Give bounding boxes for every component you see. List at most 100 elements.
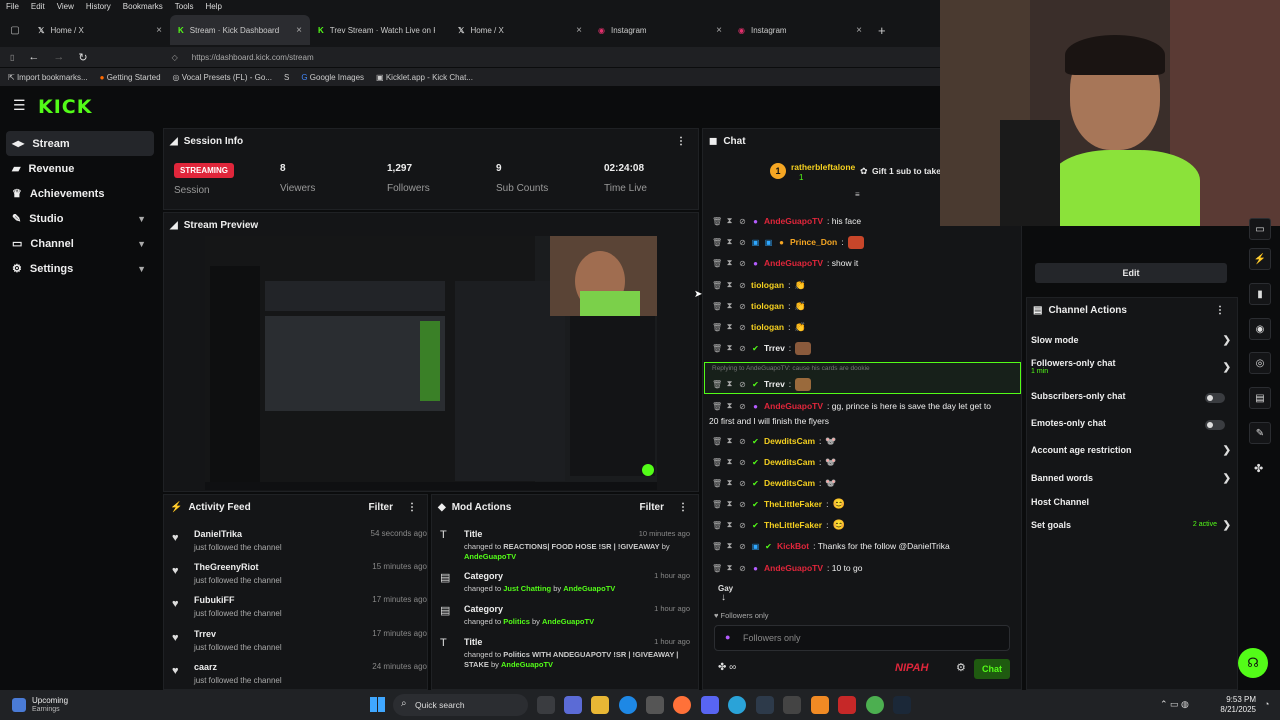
close-tab-icon[interactable]: × bbox=[856, 25, 862, 36]
windows-start-icon[interactable] bbox=[370, 697, 385, 712]
menu-view[interactable]: View bbox=[57, 0, 74, 13]
chat-message[interactable]: 🗑 ⧗ ⊘ ✔ TheLittleFaker: 😊 bbox=[712, 495, 1012, 513]
subscribers-only-toggle[interactable] bbox=[1205, 393, 1225, 403]
app-icon[interactable] bbox=[838, 696, 856, 714]
chat-message[interactable]: 🗑 ⧗ ⊘ ✔ DewditsCam: 🐭 bbox=[712, 453, 1012, 471]
nipah-brand[interactable]: NIPAH bbox=[895, 662, 928, 674]
chat-message[interactable]: 🗑 ⧗ ⊘ tiologan: 👏 bbox=[712, 297, 1012, 315]
reload-icon[interactable]: ↻ bbox=[78, 51, 87, 64]
browser-tab[interactable]: ◉ Instagram × bbox=[590, 15, 730, 45]
wrench-icon[interactable]: ✎ bbox=[1249, 422, 1271, 444]
discord-icon[interactable] bbox=[701, 696, 719, 714]
file-explorer-icon[interactable] bbox=[591, 696, 609, 714]
menu-edit[interactable]: Edit bbox=[31, 0, 45, 13]
bookmark-item[interactable]: S bbox=[284, 73, 289, 82]
close-tab-icon[interactable]: × bbox=[156, 25, 162, 36]
edit-button[interactable]: Edit bbox=[1035, 263, 1227, 283]
chat-message[interactable]: 🗑 ⧗ ⊘ ✔ DewditsCam: 🐭 bbox=[712, 474, 1012, 492]
filter-button[interactable]: Filter bbox=[640, 502, 664, 513]
edge-icon[interactable] bbox=[619, 696, 637, 714]
app-icon[interactable] bbox=[783, 696, 801, 714]
chat-message[interactable]: 🗑 ⧗ ⊘ ✔ TheLittleFaker: 😊 bbox=[712, 516, 1012, 534]
url-field[interactable]: https://dashboard.kick.com/stream bbox=[192, 53, 314, 62]
chat-input[interactable]: ● Followers only bbox=[714, 625, 1010, 651]
action-followers-only[interactable]: Followers-only chat 1 min ❯ bbox=[1031, 358, 1231, 380]
menu-bookmarks[interactable]: Bookmarks bbox=[123, 0, 163, 13]
bookmark-item[interactable]: ⇱ Import bookmarks... bbox=[8, 73, 88, 82]
more-options-icon[interactable]: ⋮ bbox=[676, 136, 686, 147]
chat-message[interactable]: 🗑 ⧗ ⊘ ● AndeGuapoTV: show it bbox=[712, 254, 1012, 272]
bookmark-item[interactable]: ● Getting Started bbox=[100, 73, 161, 82]
bookmark-item[interactable]: G Google Images bbox=[301, 73, 364, 82]
menu-help[interactable]: Help bbox=[205, 0, 221, 13]
lightning-icon[interactable]: ⚡ bbox=[1249, 248, 1271, 270]
menu-history[interactable]: History bbox=[86, 0, 111, 13]
shield-icon[interactable]: ◇ bbox=[172, 53, 178, 62]
close-tab-icon[interactable]: × bbox=[576, 25, 582, 36]
back-icon[interactable]: ← bbox=[28, 51, 39, 63]
chat-message[interactable]: 🗑 ⧗ ⊘ ● AndeGuapoTV: 10 to go bbox=[712, 559, 1012, 577]
document-icon[interactable]: ▤ bbox=[1249, 387, 1271, 409]
chat-message[interactable]: 🗑 ⧗ ⊘ ▣ ▣ ● Prince_Don: bbox=[712, 233, 1012, 251]
sidebar-item-settings[interactable]: ⚙ Settings ▼ bbox=[0, 256, 160, 281]
collapse-pinned-icon[interactable]: ≡ bbox=[855, 190, 860, 199]
more-options-icon[interactable]: ⋮ bbox=[407, 502, 417, 513]
action-banned-words[interactable]: Banned words ❯ bbox=[1031, 473, 1231, 495]
more-options-icon[interactable]: ⋮ bbox=[1215, 305, 1225, 316]
sidebar-item-studio[interactable]: ✎ Studio ▼ bbox=[0, 206, 160, 231]
emotes-only-toggle[interactable] bbox=[1205, 420, 1225, 430]
chrome-icon[interactable] bbox=[866, 696, 884, 714]
chat-message[interactable]: 🗑 ⧗ ⊘ ✔ DewditsCam: 🐭 bbox=[712, 432, 1012, 450]
forward-icon[interactable]: → bbox=[53, 51, 64, 63]
browser-tab-active[interactable]: K Stream · Kick Dashboard × bbox=[170, 15, 310, 45]
hamburger-menu-icon[interactable]: ☰ bbox=[13, 97, 26, 114]
stream-preview-video[interactable] bbox=[205, 236, 657, 490]
app-icon[interactable] bbox=[756, 696, 774, 714]
pinned-gift-bar[interactable]: 1 ratherbleftalone 1 ✿ Gift 1 sub to tak… bbox=[770, 160, 941, 186]
sidebar-item-achievements[interactable]: ♛ Achievements bbox=[0, 181, 160, 206]
firefox-icon[interactable] bbox=[673, 696, 691, 714]
tab-list-icon[interactable]: ▢ bbox=[0, 25, 30, 36]
broadcast-icon[interactable]: ◎ bbox=[1249, 352, 1271, 374]
chat-emote-picker-icon[interactable]: ✤ ∞ bbox=[718, 662, 736, 673]
close-tab-icon[interactable]: × bbox=[716, 25, 722, 36]
menu-tools[interactable]: Tools bbox=[175, 0, 194, 13]
bookmark-item[interactable]: ▣ Kicklet.app - Kick Chat... bbox=[376, 73, 473, 82]
sidebar-item-revenue[interactable]: ▰ Revenue bbox=[0, 156, 160, 181]
app-icon[interactable] bbox=[811, 696, 829, 714]
rail-tool-icon[interactable]: ▭ bbox=[1249, 218, 1271, 240]
kick-logo[interactable]: KICK bbox=[38, 96, 92, 118]
support-chat-icon[interactable]: ☊ bbox=[1238, 648, 1268, 678]
browser-tab[interactable]: 𝕏 Home / X × bbox=[30, 15, 170, 45]
browser-tab[interactable]: K Trev Stream · Watch Live on Ki bbox=[310, 15, 450, 45]
chat-message[interactable]: 🗑 ⧗ ⊘ ✔ Trrev: bbox=[712, 339, 1012, 357]
action-slow-mode[interactable]: Slow mode ❯ bbox=[1031, 335, 1231, 357]
action-account-age[interactable]: Account age restriction ❯ bbox=[1031, 445, 1231, 467]
filter-button[interactable]: Filter bbox=[369, 502, 393, 513]
action-host-channel[interactable]: Host Channel bbox=[1031, 497, 1231, 519]
task-view-icon[interactable] bbox=[537, 696, 555, 714]
chat-message[interactable]: 🗑 ⧗ ⊘ tiologan: 👏 bbox=[712, 276, 1012, 294]
weather-widget[interactable]: Upcoming Earnings bbox=[12, 694, 112, 718]
copilot-icon[interactable] bbox=[564, 696, 582, 714]
sidebar-item-channel[interactable]: ▭ Channel ▼ bbox=[0, 231, 160, 256]
browser-tab[interactable]: ◉ Instagram × bbox=[730, 15, 870, 45]
telegram-icon[interactable] bbox=[728, 696, 746, 714]
chat-message[interactable]: 🗑 ⧗ ⊘ ▣ ✔ KickBot: Thanks for the follow @Dan… bbox=[712, 537, 1012, 555]
people-icon[interactable]: ✤ bbox=[1254, 462, 1263, 475]
action-emotes-only[interactable]: Emotes-only chat bbox=[1031, 418, 1231, 440]
chat-send-button[interactable]: Chat bbox=[974, 659, 1010, 679]
bookmark-item[interactable]: ◎ Vocal Presets (FL) - Go... bbox=[173, 73, 272, 82]
clock[interactable]: 9:53 PM 8/21/2025 bbox=[1218, 695, 1256, 715]
browser-tab[interactable]: 𝕏 Home / X × bbox=[450, 15, 590, 45]
system-tray[interactable]: ⌃ ▭ ◍ bbox=[1160, 699, 1189, 710]
chat-message-reply[interactable]: 🗑 ⧗ ⊘ ✔ Trrev: bbox=[712, 375, 1012, 393]
menu-file[interactable]: File bbox=[6, 0, 19, 13]
clipboard-icon[interactable]: ▮ bbox=[1249, 283, 1271, 305]
steam-icon[interactable] bbox=[893, 696, 911, 714]
action-subscribers-only[interactable]: Subscribers-only chat bbox=[1031, 391, 1231, 413]
more-options-icon[interactable]: ⋮ bbox=[678, 502, 688, 513]
sidebar-toggle-icon[interactable]: ▯ bbox=[10, 53, 14, 62]
chat-message[interactable]: 🗑 ⧗ ⊘ tiologan: 👏 bbox=[712, 318, 1012, 336]
store-icon[interactable] bbox=[646, 696, 664, 714]
